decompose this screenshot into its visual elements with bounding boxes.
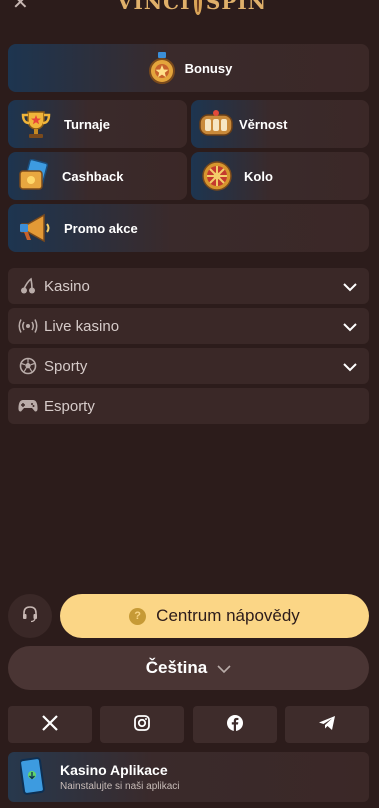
phone-app-icon <box>19 757 46 797</box>
help-center-label: Centrum nápovědy <box>156 606 300 625</box>
soccer-ball-icon <box>17 357 39 375</box>
megaphone-icon <box>16 209 54 247</box>
trophy-icon <box>17 105 55 143</box>
loyalty-slot-icon <box>197 105 235 143</box>
help-center-button[interactable]: ? Centrum nápovědy <box>60 594 369 638</box>
nav-sporty-label: Sporty <box>44 357 88 375</box>
promo-cashback-label: Cashback <box>62 168 124 184</box>
cashback-wallet-icon <box>15 157 53 195</box>
social-x-button[interactable] <box>8 706 92 743</box>
promo-vernost[interactable]: Věrnost <box>191 100 369 148</box>
promo-akce-label: Promo akce <box>64 220 138 236</box>
promo-vernost-label: Věrnost <box>239 116 288 132</box>
social-instagram-button[interactable] <box>100 706 184 743</box>
bonus-medal-icon <box>145 51 179 85</box>
facebook-icon <box>227 714 243 735</box>
promo-akce[interactable]: Promo akce <box>8 204 369 252</box>
x-icon <box>41 714 59 736</box>
promo-bonusy-label: Bonusy <box>184 60 233 76</box>
question-icon: ? <box>129 607 147 625</box>
logo: VINCI SPIN <box>117 0 267 15</box>
promo-cashback[interactable]: Cashback <box>8 152 187 200</box>
headset-icon <box>21 605 39 627</box>
cherry-icon <box>17 277 39 295</box>
nav-kasino[interactable]: Kasino <box>8 268 369 304</box>
top-bar: ✕ VINCI SPIN <box>0 0 379 18</box>
nav-esporty[interactable]: Esporty <box>8 388 369 424</box>
app-download-banner[interactable]: Kasino Aplikace Nainstalujte si naši apl… <box>8 752 369 802</box>
wheel-icon <box>198 157 236 195</box>
telegram-icon <box>318 715 336 735</box>
social-facebook-button[interactable] <box>193 706 277 743</box>
chevron-down-icon[interactable] <box>343 319 357 338</box>
logo-text-right: SPIN <box>205 0 267 14</box>
logo-text-left: VINCI <box>117 0 191 14</box>
close-icon[interactable]: ✕ <box>12 0 29 12</box>
language-select[interactable]: Čeština <box>8 646 369 690</box>
nav-live-kasino[interactable]: Live kasino <box>8 308 369 344</box>
nav-sporty[interactable]: Sporty <box>8 348 369 384</box>
promo-bonusy[interactable]: Bonusy <box>8 44 369 92</box>
app-banner-title: Kasino Aplikace <box>60 762 168 778</box>
promo-turnaje[interactable]: Turnaje <box>8 100 187 148</box>
chevron-down-icon[interactable] <box>343 359 357 378</box>
language-label: Čeština <box>145 658 208 677</box>
chevron-down-icon[interactable] <box>343 279 357 298</box>
promo-kolo-label: Kolo <box>244 168 273 184</box>
nav-live-kasino-label: Live kasino <box>44 317 120 335</box>
promo-kolo[interactable]: Kolo <box>191 152 369 200</box>
promo-turnaje-label: Turnaje <box>64 116 110 132</box>
chevron-down-icon <box>217 659 231 678</box>
nav-kasino-label: Kasino <box>44 277 90 295</box>
support-button[interactable] <box>8 594 52 638</box>
app-banner-subtitle: Nainstalujte si naši aplikaci <box>60 781 180 792</box>
logo-wheel-icon <box>194 0 202 15</box>
live-broadcast-icon <box>17 318 39 334</box>
nav-esporty-label: Esporty <box>44 397 95 415</box>
gamepad-icon <box>17 399 39 413</box>
instagram-icon <box>134 714 150 735</box>
social-telegram-button[interactable] <box>285 706 369 743</box>
